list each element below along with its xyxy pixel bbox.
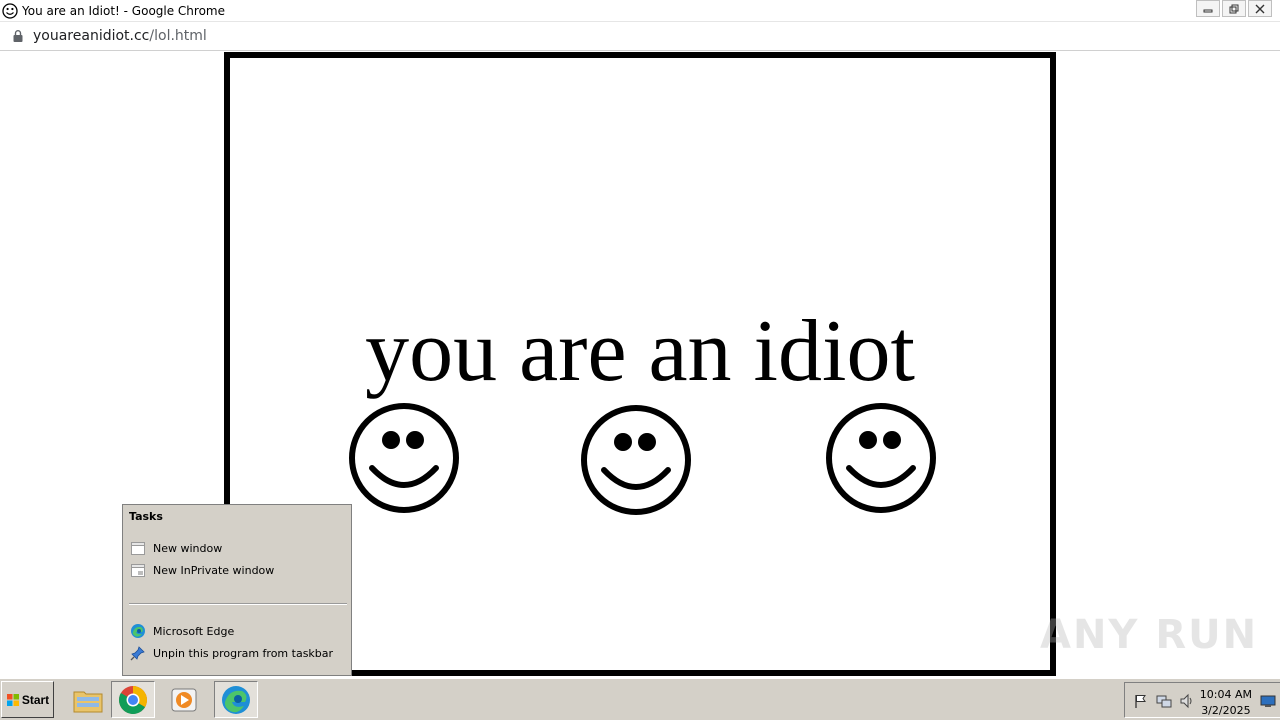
url-host: youareanidiot.cc: [33, 28, 150, 44]
window-title: You are an Idiot! - Google Chrome: [22, 3, 225, 18]
smiley-face-icon: [581, 405, 691, 515]
start-label: Start: [21, 692, 50, 707]
show-desktop-icon[interactable]: [1260, 693, 1276, 709]
jumplist-item-label: Unpin this program from taskbar: [153, 646, 334, 660]
window-icon: [130, 540, 146, 556]
close-icon: [1255, 4, 1265, 13]
jumplist-heading: Tasks: [129, 510, 163, 523]
smiley-face-icon: [349, 403, 459, 513]
window-controls: [1196, 0, 1272, 17]
clock-date: 3/2/2025: [1201, 704, 1251, 717]
jumplist-unpin-program[interactable]: Unpin this program from taskbar: [130, 644, 333, 662]
inprivate-window-icon: [130, 562, 146, 578]
restore-icon: [1229, 4, 1239, 13]
window-titlebar: You are an Idiot! - Google Chrome: [0, 0, 1280, 22]
taskbar-clock[interactable]: 10:04 AM 3/2/2025: [1200, 687, 1252, 719]
taskbar-chrome[interactable]: [111, 681, 155, 718]
edge-icon: [222, 685, 250, 714]
media-player-icon: [171, 688, 197, 711]
taskbar-media-player[interactable]: [162, 681, 206, 718]
action-center-flag-icon[interactable]: [1133, 693, 1149, 709]
unpin-icon: [130, 645, 146, 661]
url-path: /lol.html: [149, 28, 207, 44]
taskbar-jumplist: Tasks New window New InPrivate window Mi…: [122, 504, 352, 676]
start-button[interactable]: Start: [1, 681, 54, 718]
smiley-icon: [2, 2, 18, 19]
jumplist-new-inprivate-window[interactable]: New InPrivate window: [130, 561, 274, 579]
jumplist-item-label: Microsoft Edge: [153, 624, 235, 638]
jumplist-divider: [129, 603, 347, 605]
lock-icon[interactable]: [11, 29, 25, 43]
restore-button[interactable]: [1222, 0, 1246, 17]
address-bar[interactable]: youareanidiot.cc/lol.html: [0, 22, 1280, 51]
system-tray: 10:04 AM 3/2/2025: [1124, 682, 1280, 718]
taskbar: Start 10:04 AM 3/2/2025: [0, 678, 1280, 720]
close-button[interactable]: [1248, 0, 1272, 17]
taskbar-file-explorer[interactable]: [66, 681, 110, 718]
jumplist-microsoft-edge[interactable]: Microsoft Edge: [130, 622, 234, 640]
network-icon[interactable]: [1156, 693, 1172, 709]
url-text[interactable]: youareanidiot.cc/lol.html: [33, 28, 207, 44]
minimize-icon: [1203, 9, 1213, 12]
anyrun-watermark: ANY RUN: [1040, 612, 1259, 658]
windows-flag-icon: [6, 693, 19, 706]
edge-icon: [130, 623, 146, 639]
file-explorer-icon: [73, 691, 103, 712]
clock-time: 10:04 AM: [1199, 688, 1252, 701]
jumplist-new-window[interactable]: New window: [130, 539, 222, 557]
minimize-button[interactable]: [1196, 0, 1220, 17]
chrome-icon: [119, 685, 147, 714]
taskbar-edge[interactable]: [214, 681, 258, 718]
volume-icon[interactable]: [1179, 693, 1195, 709]
jumplist-item-label: New window: [153, 541, 223, 555]
page-headline: you are an idiot: [365, 303, 915, 400]
jumplist-item-label: New InPrivate window: [153, 563, 275, 577]
smiley-face-icon: [826, 403, 936, 513]
